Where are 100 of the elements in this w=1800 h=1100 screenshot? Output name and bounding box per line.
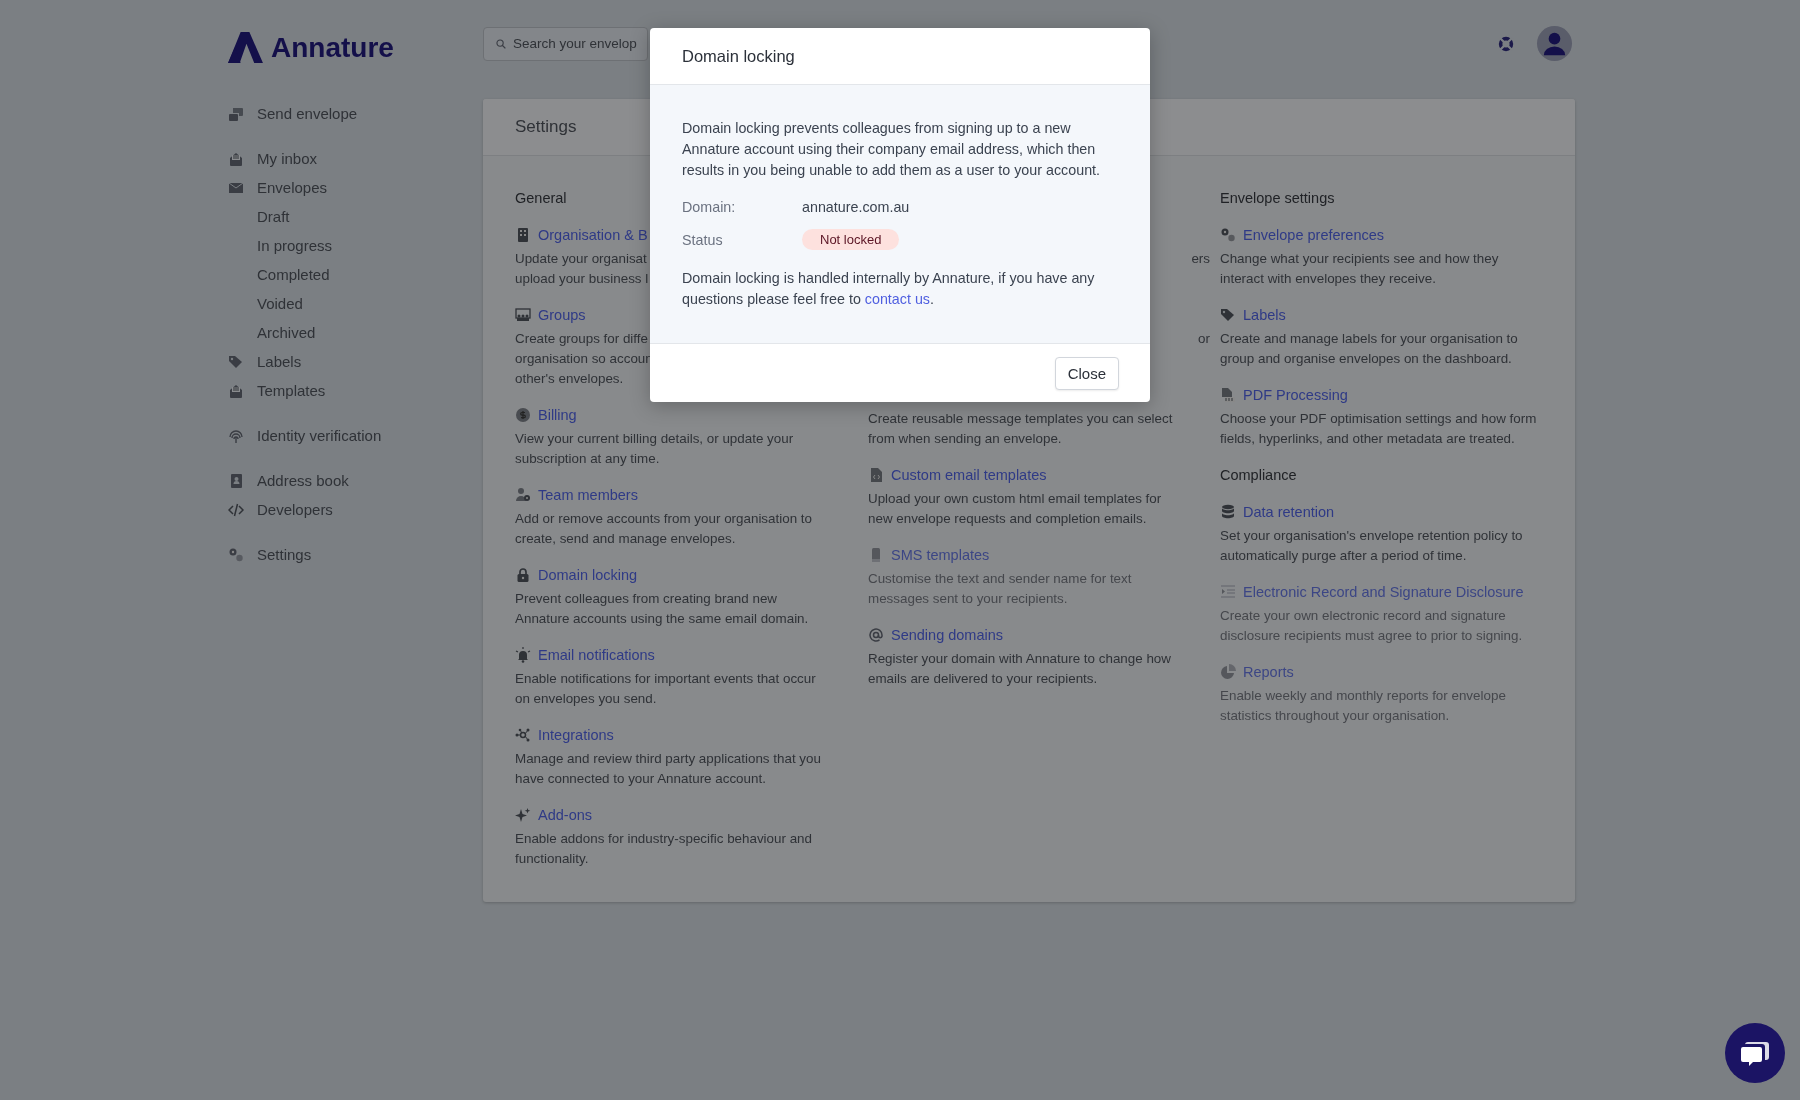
- sidebar-item[interactable]: My inbox: [228, 144, 318, 173]
- description-text: subscription at any time.: [515, 450, 660, 468]
- description-text: interact with envelopes they receive.: [1220, 270, 1436, 288]
- description-text: Create and manage labels for your organisation to: [1220, 330, 1518, 348]
- description-text: Enable addons for industry-specific behaviour and: [515, 830, 812, 848]
- user-avatar[interactable]: [1537, 26, 1572, 61]
- settings-link[interactable]: Sending domains: [891, 627, 1004, 643]
- description-text: from when sending an envelope.: [868, 430, 1062, 448]
- description-text: Prevent colleagues from creating brand new: [515, 590, 777, 608]
- sidebar-item[interactable]: Settings: [228, 540, 312, 569]
- lock-icon: [515, 567, 531, 583]
- description-text: Create your own electronic record and signature: [1220, 607, 1506, 625]
- sidebar-subitem[interactable]: Completed: [228, 260, 330, 289]
- code-icon: [228, 501, 244, 518]
- settings-link[interactable]: Organisation & B: [538, 227, 648, 243]
- description-text: Annature accounts using the same email domain.: [515, 610, 809, 628]
- description-text: messages sent to your recipients.: [868, 590, 1068, 608]
- building-icon: [515, 227, 531, 243]
- sidebar-item[interactable]: Send envelope: [228, 99, 358, 128]
- sidebar-item[interactable]: Developers: [228, 495, 333, 524]
- sidebar-subitem[interactable]: Draft: [228, 202, 290, 231]
- description-text: create, send and manage envelopes.: [515, 530, 736, 548]
- bell-icon: [515, 647, 531, 663]
- description-text: Change what your recipients see and how they: [1220, 250, 1499, 268]
- pie-chart-icon: [1220, 664, 1236, 680]
- description-text: new envelope requests and completion emails.: [868, 510, 1147, 528]
- field-label: Status: [682, 231, 724, 248]
- description-text: Upload your own custom html email templates for: [868, 490, 1162, 508]
- close-button[interactable]: Close: [1054, 356, 1119, 390]
- tag-icon: [228, 353, 244, 370]
- sidebar-item[interactable]: Identity verification: [228, 421, 382, 450]
- chat-button[interactable]: [1725, 1023, 1785, 1083]
- description-text: Add or remove accounts from your organisation to: [515, 510, 812, 528]
- field-label: Domain:: [682, 199, 737, 215]
- description-text: statistics throughout your organisation.: [1220, 707, 1450, 725]
- description-text: fields, hyperlinks, and other metadata are treated.: [1220, 430, 1515, 448]
- settings-link[interactable]: Envelope preferences: [1243, 227, 1385, 243]
- description-text: have connected to your Annature account.: [515, 770, 766, 788]
- description-text: ers: [1191, 250, 1210, 268]
- search-input[interactable]: Search your envelop: [513, 36, 647, 51]
- open-envelope-icon: [228, 150, 244, 167]
- open-envelope-icon: [228, 382, 244, 399]
- section-heading: Envelope settings: [1220, 189, 1335, 208]
- send-envelope-icon: [228, 105, 244, 122]
- contact-link[interactable]: contact us: [864, 291, 930, 307]
- list-icon: [1220, 584, 1236, 600]
- card-title: Settings: [515, 117, 577, 137]
- description-text: Enable weekly and monthly reports for envelope: [1220, 687, 1506, 705]
- settings-link[interactable]: Team members: [538, 487, 638, 503]
- status-badge: Not locked: [802, 229, 900, 250]
- sidebar-subitem[interactable]: Voided: [228, 289, 303, 318]
- description-text: functionality.: [515, 850, 589, 868]
- description-text: View your current billing details, or update your: [515, 430, 794, 448]
- search-field[interactable]: Search your envelop: [483, 26, 648, 61]
- logo-mark-icon: [228, 32, 263, 63]
- dialog-title: Domain locking: [682, 46, 795, 66]
- description-text: on envelopes you send.: [515, 690, 657, 708]
- description-text: Create reusable message templates you can select: [868, 410, 1173, 428]
- settings-link[interactable]: Email notifications: [538, 647, 655, 663]
- description-text: upload your business l: [515, 270, 649, 288]
- description-text: Customise the text and sender name for text: [868, 570, 1132, 588]
- at-sign-icon: [868, 627, 884, 643]
- description-text: Register your domain with Annature to change how: [868, 650, 1171, 668]
- network-icon: [515, 727, 531, 743]
- section-heading: General: [515, 189, 567, 208]
- settings-link[interactable]: Data retention: [1243, 504, 1335, 520]
- user-gear-icon: [515, 487, 531, 503]
- description-text: Enable notifications for important events that occur: [515, 670, 816, 688]
- description-text: automatically purge after a period of time.: [1220, 547, 1467, 565]
- description-text: disclosure recipients must agree to prior to signing.: [1220, 627, 1523, 645]
- sidebar-item[interactable]: Envelopes: [228, 173, 328, 202]
- settings-link[interactable]: Add-ons: [538, 807, 592, 823]
- settings-link[interactable]: Domain locking: [538, 567, 638, 583]
- groups-icon: [515, 307, 531, 323]
- tag-icon: [1220, 307, 1236, 323]
- dollar-coin-icon: [515, 407, 531, 423]
- settings-link[interactable]: Custom email templates: [891, 467, 1047, 483]
- intro-text: Domain locking prevents colleagues from signing up to a new Annature account using their company email address, which then results in you being unable to add them as a user to your account.: [682, 119, 1102, 180]
- settings-link[interactable]: Labels: [1243, 307, 1286, 323]
- description-text: emails are delivered to your recipients.: [868, 670, 1098, 688]
- code-file-icon: [868, 467, 884, 483]
- database-icon: [1220, 504, 1236, 520]
- description-text: Choose your PDF optimisation settings and how form: [1220, 410, 1537, 428]
- address-book-icon: [228, 472, 244, 489]
- description-text: other's envelopes.: [515, 370, 624, 388]
- description-text: Manage and review third party applications that you: [515, 750, 821, 768]
- sidebar-item[interactable]: Templates: [228, 376, 326, 405]
- description-text: Set your organisation's envelope retention policy to: [1220, 527, 1523, 545]
- settings-link[interactable]: PDF Processing: [1243, 387, 1348, 403]
- sparkle-icon: [515, 807, 531, 823]
- description-text: or: [1198, 330, 1210, 348]
- sidebar-item[interactable]: Labels: [228, 347, 302, 376]
- sidebar-subitem[interactable]: In progress: [228, 231, 333, 260]
- settings-link[interactable]: Integrations: [538, 727, 614, 743]
- description-text: Create groups for diffe: [515, 330, 648, 348]
- logo-wordmark: Annature: [271, 31, 394, 64]
- sidebar-subitem[interactable]: Archived: [228, 318, 316, 347]
- settings-link[interactable]: Billing: [538, 407, 577, 423]
- settings-link[interactable]: Groups: [538, 307, 586, 323]
- sidebar-item[interactable]: Address book: [228, 466, 349, 495]
